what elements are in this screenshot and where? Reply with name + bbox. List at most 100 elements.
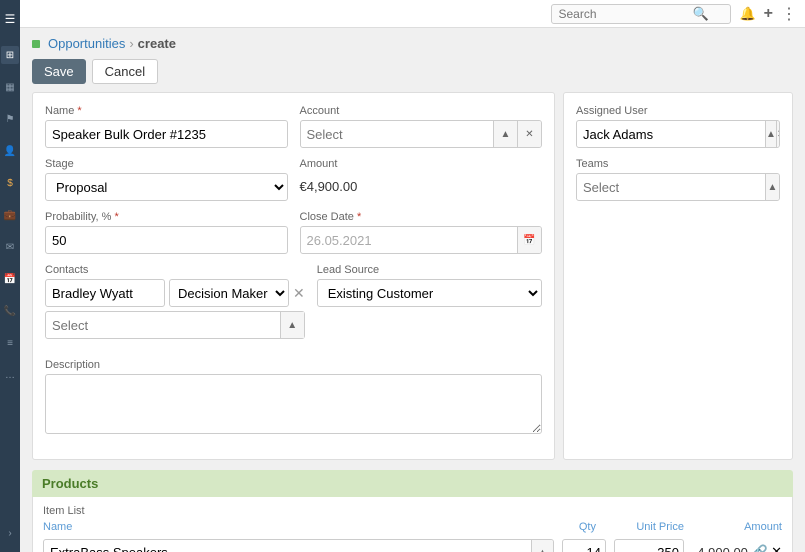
main-form: Name * Account ▲ ✕ [32, 92, 555, 460]
assigned-user-label: Assigned User [576, 105, 780, 117]
lead-source-label: Lead Source [317, 264, 542, 276]
form-row-3: Probability, % * Close Date * 📅 [45, 211, 542, 254]
collapse-nav-icon[interactable]: › [1, 524, 19, 542]
form-row-1: Name * Account ▲ ✕ [45, 105, 542, 148]
dollar-icon[interactable]: $ [1, 174, 19, 192]
topbar: 🔍 🔔 + ⋮ [20, 0, 805, 28]
col-qty-header: Qty [546, 521, 596, 533]
teams-expand-btn[interactable]: ▲ [765, 174, 779, 200]
stage-label: Stage [45, 158, 288, 170]
tag-icon[interactable]: ⚑ [1, 110, 19, 128]
product-row: ▲ 4,900.00 🔗 ✕ [43, 539, 782, 552]
contact-role-select[interactable]: Decision Maker [169, 279, 289, 307]
side-panel: Assigned User ▲ ✕ Teams ▲ [563, 92, 793, 460]
phone-icon[interactable]: 📞 [1, 302, 19, 320]
product-expand-btn[interactable]: ▲ [531, 540, 553, 552]
contact-collapse-btn[interactable]: ▲ [280, 312, 304, 338]
close-date-group: Close Date * 📅 [300, 211, 543, 254]
probability-input[interactable] [45, 226, 288, 254]
add-icon[interactable]: + [764, 5, 773, 23]
briefcase-icon[interactable]: 💼 [1, 206, 19, 224]
description-label: Description [45, 359, 542, 371]
contacts-label: Contacts [45, 264, 305, 276]
product-remove-icon[interactable]: ✕ [771, 544, 782, 552]
email-icon[interactable]: ✉ [1, 238, 19, 256]
contact-item: Decision Maker ✕ [45, 279, 305, 307]
account-group: Account ▲ ✕ [300, 105, 543, 148]
search-icon: 🔍 [692, 6, 708, 22]
description-group: Description [45, 359, 542, 437]
name-input[interactable] [45, 120, 288, 148]
stage-select[interactable]: Proposal [45, 173, 288, 201]
col-name-header: Name [43, 521, 538, 533]
breadcrumb-separator: › [129, 36, 133, 51]
name-group: Name * [45, 105, 288, 148]
product-link-icon[interactable]: 🔗 [752, 544, 768, 552]
account-input[interactable] [301, 123, 494, 146]
amount-label: Amount [300, 158, 543, 170]
close-date-input-wrap: 📅 [300, 226, 543, 254]
contact-remove-btn[interactable]: ✕ [293, 286, 305, 300]
toolbar: Save Cancel [20, 55, 805, 92]
assigned-user-input[interactable] [577, 123, 765, 146]
assigned-user-clear-btn[interactable]: ✕ [776, 121, 780, 147]
contact-add-row: ▲ [45, 311, 305, 339]
probability-label: Probability, % * [45, 211, 288, 223]
contacts-icon[interactable]: 👤 [1, 142, 19, 160]
search-input[interactable] [558, 7, 688, 21]
teams-label: Teams [576, 158, 780, 170]
product-name-wrap: ▲ [43, 539, 554, 552]
assigned-user-expand-btn[interactable]: ▲ [765, 121, 776, 147]
more-nav-icon[interactable]: … [1, 366, 19, 384]
cancel-button[interactable]: Cancel [92, 59, 158, 84]
page-content: Opportunities › create Save Cancel Name … [20, 28, 805, 552]
breadcrumb: Opportunities › create [20, 28, 805, 55]
probability-group: Probability, % * [45, 211, 288, 254]
stage-group: Stage Proposal [45, 158, 288, 201]
products-section: Products Item List Name Qty Unit Price A… [20, 470, 805, 552]
breadcrumb-current: create [138, 36, 176, 51]
col-amount-header: Amount [692, 521, 782, 533]
save-button[interactable]: Save [32, 59, 86, 84]
breadcrumb-parent[interactable]: Opportunities [48, 36, 125, 51]
lead-source-group: Lead Source Existing Customer [317, 264, 542, 307]
teams-wrap: ▲ [576, 173, 780, 201]
search-box[interactable]: 🔍 [551, 4, 731, 24]
calendar-nav-icon[interactable]: 📅 [1, 270, 19, 288]
assigned-user-wrap: ▲ ✕ [576, 120, 780, 148]
item-list-label: Item List [43, 505, 782, 517]
chart-icon[interactable]: ▦ [1, 78, 19, 96]
product-qty-input[interactable] [562, 539, 606, 552]
account-clear-btn[interactable]: ✕ [517, 121, 541, 147]
col-unit-price-header: Unit Price [604, 521, 684, 533]
lead-source-select[interactable]: Existing Customer [317, 279, 542, 307]
close-date-label: Close Date * [300, 211, 543, 223]
description-textarea[interactable] [45, 374, 542, 434]
more-icon[interactable]: ⋮ [781, 4, 797, 24]
product-name-input[interactable] [44, 543, 531, 552]
breadcrumb-dot [32, 40, 40, 48]
product-action-icons: 🔗 ✕ [752, 544, 782, 552]
account-label: Account [300, 105, 543, 117]
account-expand-btn[interactable]: ▲ [493, 121, 517, 147]
list-icon[interactable]: ≡ [1, 334, 19, 352]
product-amount-value: 4,900.00 [697, 545, 748, 552]
hamburger-icon[interactable]: ☰ [1, 10, 19, 28]
home-icon[interactable]: ⊞ [1, 46, 19, 64]
name-label: Name * [45, 105, 288, 117]
close-date-input[interactable] [301, 229, 518, 252]
products-column-headers: Name Qty Unit Price Amount [43, 521, 782, 533]
form-row-2: Stage Proposal Amount €4,900.00 [45, 158, 542, 201]
account-input-wrap: ▲ ✕ [300, 120, 543, 148]
products-body: Item List Name Qty Unit Price Amount ▲ 4… [32, 497, 793, 552]
bell-icon[interactable]: 🔔 [739, 6, 755, 22]
product-price-input[interactable] [614, 539, 684, 552]
products-header: Products [32, 470, 793, 497]
product-amount-wrap: 4,900.00 🔗 ✕ [692, 544, 782, 552]
contacts-group: Contacts Decision Maker ✕ ▲ [45, 264, 305, 339]
contact-add-input[interactable] [46, 314, 280, 337]
teams-input[interactable] [577, 176, 765, 199]
calendar-btn[interactable]: 📅 [517, 227, 541, 253]
contact-name-input[interactable] [45, 279, 165, 307]
form-row-4: Contacts Decision Maker ✕ ▲ [45, 264, 542, 349]
